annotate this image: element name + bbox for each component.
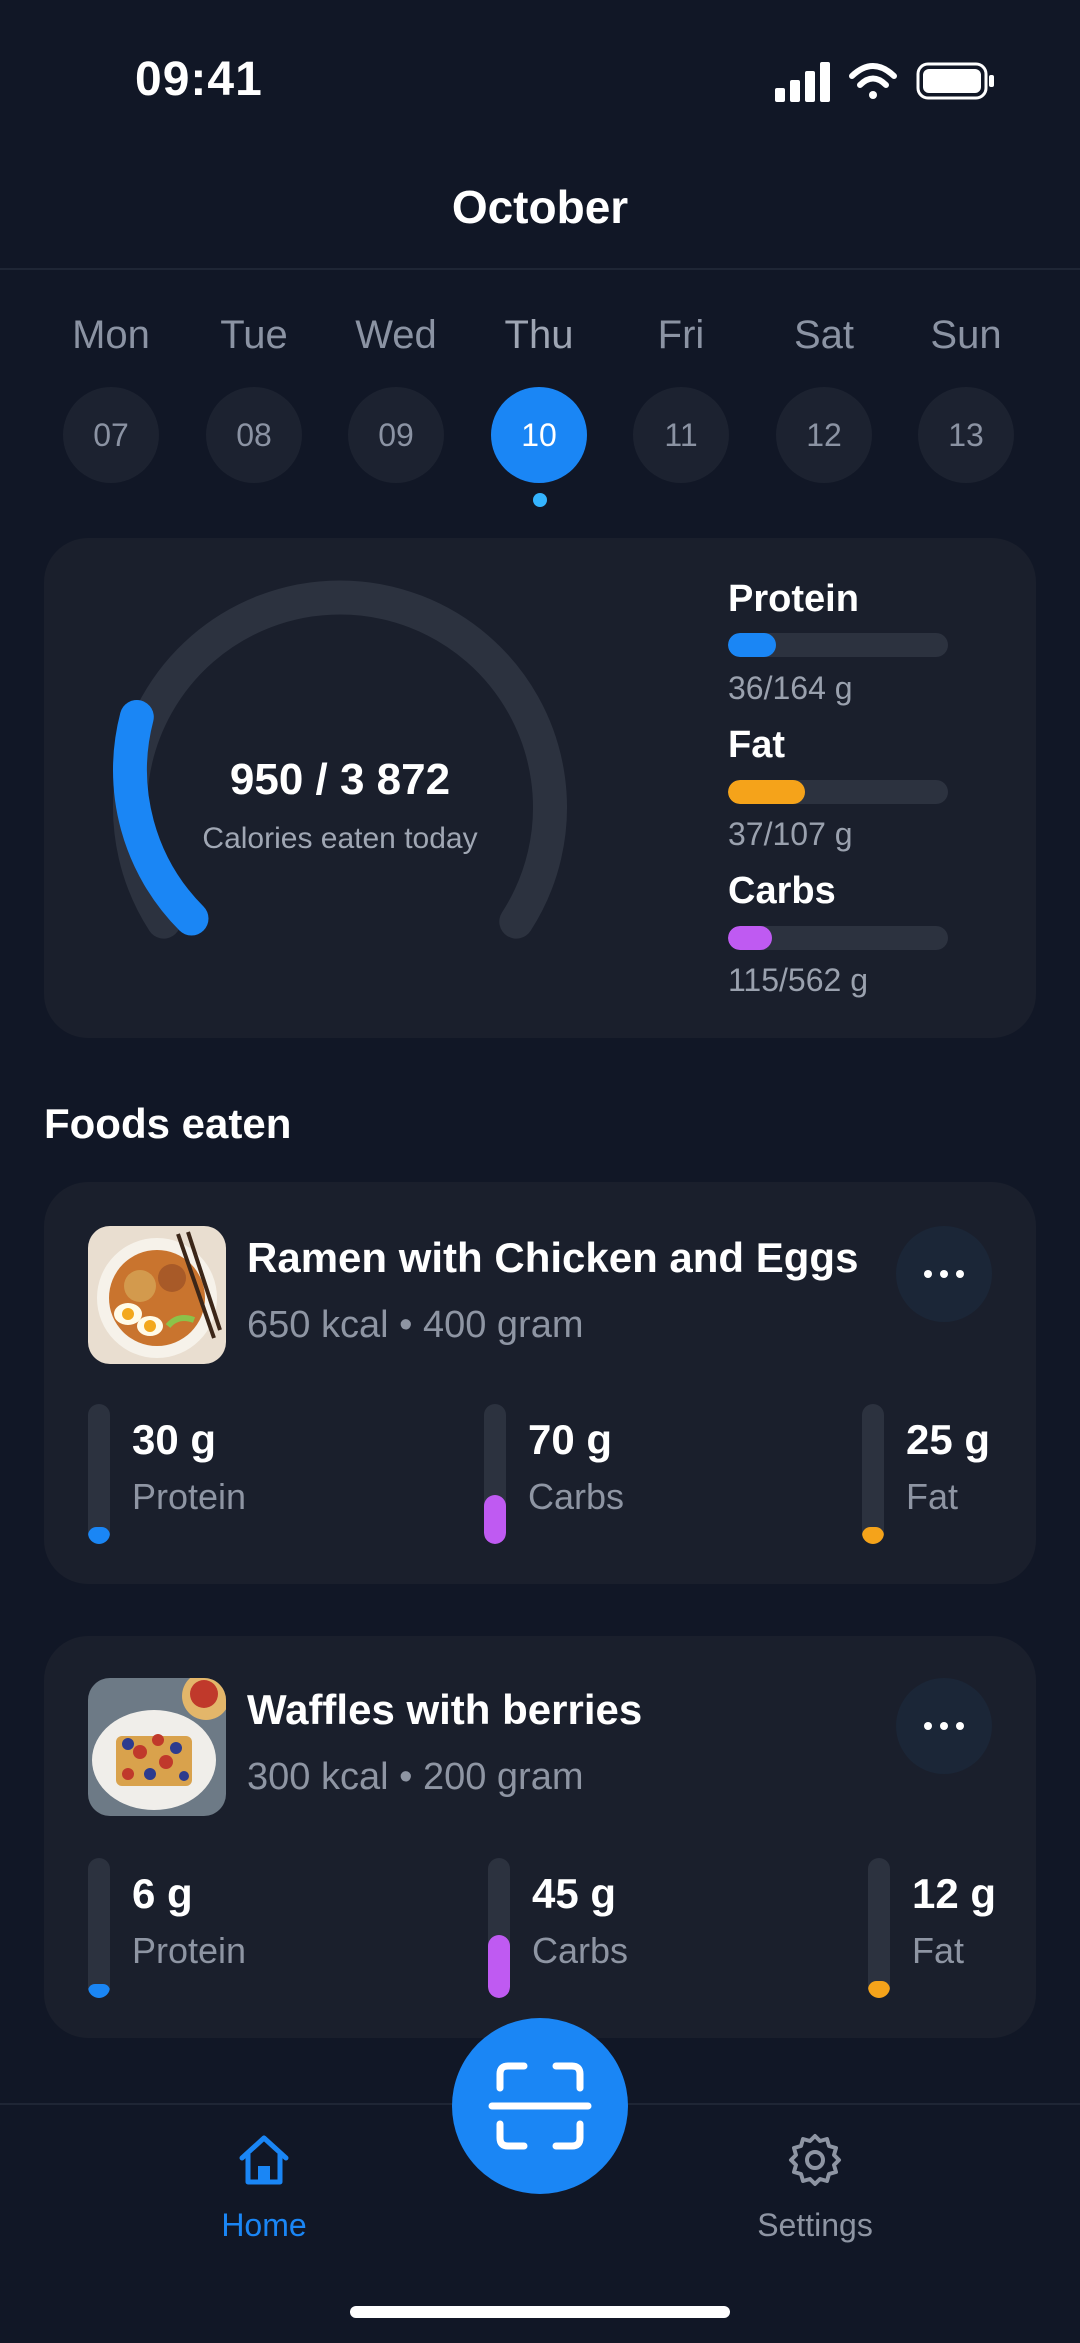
nutrient-label: Carbs <box>532 1930 629 1971</box>
day-number[interactable]: 07 <box>63 387 159 483</box>
day-number[interactable]: 11 <box>633 387 729 483</box>
nutrient-value: 25 g <box>906 1416 991 1463</box>
nutrient-value: 6 g <box>132 1870 193 1917</box>
food-meta: 300 kcal • 200 gram <box>247 1756 584 1798</box>
nutrient-value: 45 g <box>532 1870 617 1917</box>
header-divider <box>0 268 1080 270</box>
nutrient-value: 70 g <box>528 1416 613 1463</box>
calories-value: 950 / 3 872 <box>229 755 451 804</box>
more-options-button[interactable] <box>896 1678 992 1774</box>
battery-icon <box>916 62 994 100</box>
month-title: October <box>451 181 629 233</box>
day-wed[interactable]: Wed 09 <box>346 305 446 483</box>
nutrient-label: Protein <box>132 1930 247 1971</box>
macro-fat-value: 37/107 g <box>728 816 853 852</box>
day-thu[interactable]: Thu 10 <box>489 305 589 483</box>
selected-day-indicator <box>533 493 547 507</box>
more-icon <box>924 1270 932 1278</box>
home-icon <box>239 2135 289 2185</box>
nav-settings[interactable]: Settings <box>715 2130 915 2244</box>
status-icons <box>775 62 994 102</box>
food-name: Waffles with berries <box>247 1686 643 1733</box>
day-number[interactable]: 13 <box>918 387 1014 483</box>
day-number[interactable]: 08 <box>206 387 302 483</box>
day-name: Thu <box>504 313 574 357</box>
food-card-ramen[interactable]: Ramen with Chicken and Eggs 650 kcal • 4… <box>44 1182 1036 1584</box>
day-name: Sun <box>930 313 1002 357</box>
day-name: Tue <box>220 313 288 357</box>
day-number[interactable]: 09 <box>348 387 444 483</box>
scan-icon <box>488 2062 592 2150</box>
day-name: Sat <box>793 313 855 357</box>
scan-food-button[interactable] <box>452 2018 628 2194</box>
gear-icon <box>789 2134 841 2186</box>
calories-label: Calories eaten today <box>202 822 478 855</box>
macro-carbs-bar <box>728 926 948 950</box>
more-options-button[interactable] <box>896 1226 992 1322</box>
cellular-signal-icon <box>775 62 830 102</box>
nav-settings-label: Settings <box>757 2207 873 2243</box>
status-time: 09:41 <box>135 53 263 106</box>
day-name: Mon <box>72 313 150 357</box>
food-meta: 650 kcal • 400 gram <box>247 1304 584 1346</box>
nutrient-label: Fat <box>906 1476 959 1517</box>
food-name: Ramen with Chicken and Eggs <box>247 1234 859 1281</box>
macro-fat-name: Fat <box>728 724 785 766</box>
day-name: Fri <box>657 313 705 357</box>
day-number[interactable]: 10 <box>491 387 587 483</box>
ramen-photo <box>88 1226 226 1364</box>
day-sat[interactable]: Sat 12 <box>774 305 874 483</box>
macro-carbs-value: 115/562 g <box>728 962 868 998</box>
nav-home-label: Home <box>221 2207 307 2243</box>
day-name: Wed <box>355 313 437 357</box>
day-number[interactable]: 12 <box>776 387 872 483</box>
macro-protein-value: 36/164 g <box>728 670 853 706</box>
waffles-photo <box>88 1678 226 1816</box>
day-mon[interactable]: Mon 07 <box>61 305 161 483</box>
nutrient-value: 12 g <box>912 1870 997 1917</box>
wifi-icon <box>849 63 897 99</box>
food-card-waffles[interactable]: Waffles with berries 300 kcal • 200 gram… <box>44 1636 1036 2038</box>
day-sun[interactable]: Sun 13 <box>916 305 1016 483</box>
day-tue[interactable]: Tue 08 <box>204 305 304 483</box>
home-indicator <box>350 2306 730 2318</box>
foods-section-title: Foods eaten <box>44 1100 292 1147</box>
nutrient-value: 30 g <box>132 1416 217 1463</box>
nutrient-label: Fat <box>912 1930 965 1971</box>
nav-home[interactable]: Home <box>164 2130 364 2244</box>
nutrient-label: Protein <box>132 1476 247 1517</box>
macro-protein-name: Protein <box>728 578 859 620</box>
nutrient-label: Carbs <box>528 1476 625 1517</box>
macro-carbs-name: Carbs <box>728 870 836 912</box>
more-icon <box>924 1722 932 1730</box>
macro-fat-bar <box>728 780 948 804</box>
macro-protein-bar <box>728 633 948 657</box>
day-fri[interactable]: Fri 11 <box>631 305 731 483</box>
